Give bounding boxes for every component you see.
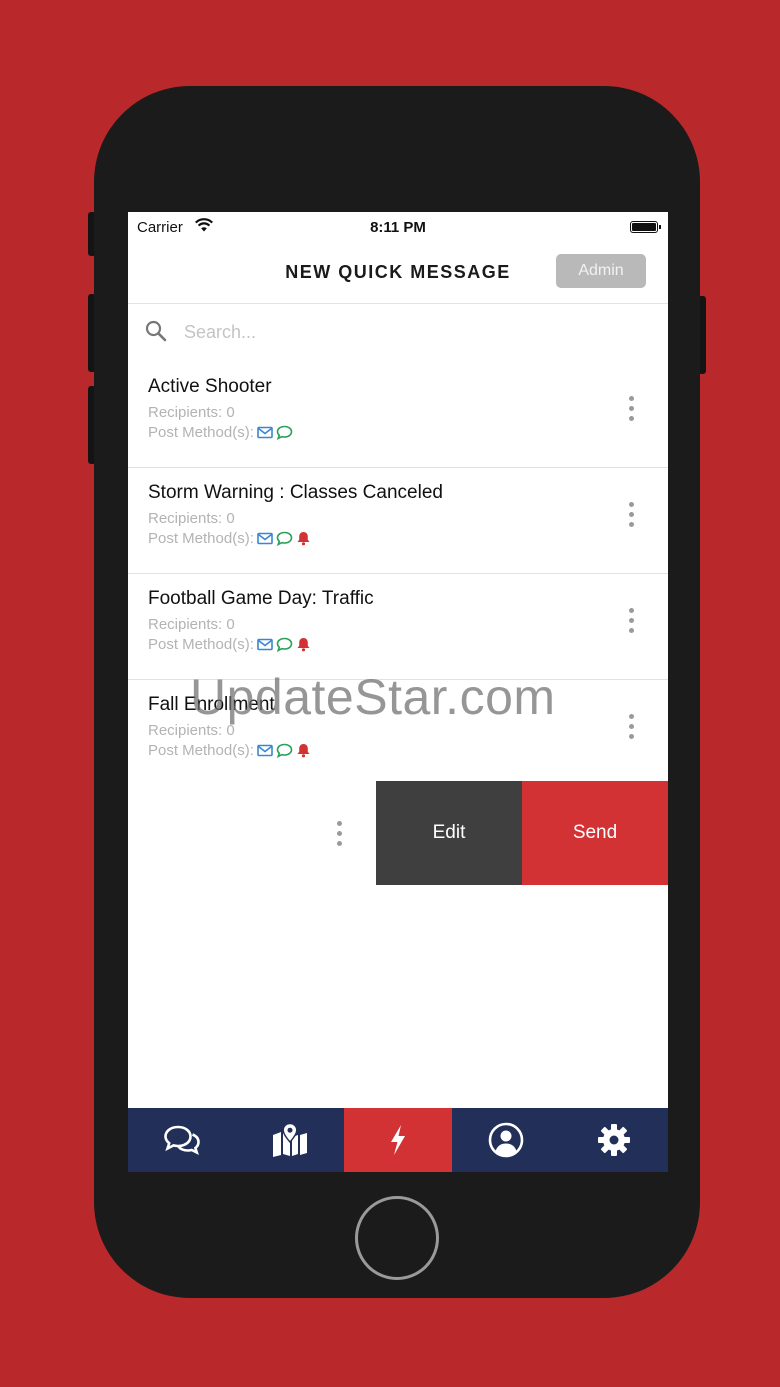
post-methods: Post Method(s): [148, 636, 311, 653]
list-item[interactable]: Storm Warning : Classes Canceled Recipie… [128, 468, 668, 574]
header: NEW QUICK MESSAGE Admin [128, 242, 668, 304]
tab-map[interactable] [236, 1108, 344, 1172]
status-bar: Carrier 8:11 PM [128, 212, 668, 242]
edit-button[interactable]: Edit [376, 781, 522, 885]
map-icon [273, 1123, 307, 1157]
tab-quick-message[interactable] [344, 1108, 452, 1172]
more-options-icon[interactable] [332, 821, 346, 851]
tab-messages[interactable] [128, 1108, 236, 1172]
message-title: Football Game Day: Traffic [148, 588, 374, 609]
search-icon [145, 320, 167, 342]
more-options-icon[interactable] [624, 714, 638, 744]
post-methods-label: Post Method(s): [148, 424, 254, 441]
watermark: UpdateStar.com [190, 669, 556, 725]
post-methods-label: Post Method(s): [148, 530, 254, 547]
tab-bar [128, 1108, 668, 1172]
post-methods-label: Post Method(s): [148, 636, 254, 653]
post-methods-label: Post Method(s): [148, 742, 254, 759]
list-item[interactable]: Active Shooter Recipients: 0 Post Method… [128, 362, 668, 468]
gear-icon [598, 1124, 630, 1156]
swiped-list-item[interactable]: Edit Send [128, 781, 668, 885]
post-methods: Post Method(s): [148, 742, 311, 759]
bell-icon [297, 638, 310, 652]
email-icon [257, 744, 273, 757]
tab-profile[interactable] [452, 1108, 560, 1172]
chat-bubbles-icon [164, 1125, 200, 1156]
chat-icon [276, 425, 293, 440]
chat-icon [276, 637, 293, 652]
chat-icon [276, 531, 293, 546]
email-icon [257, 638, 273, 651]
email-icon [257, 532, 273, 545]
list-item[interactable]: Football Game Day: Traffic Recipients: 0… [128, 574, 668, 680]
clock: 8:11 PM [370, 219, 426, 236]
more-options-icon[interactable] [624, 502, 638, 532]
lightning-icon [391, 1125, 405, 1155]
message-title: Storm Warning : Classes Canceled [148, 482, 443, 503]
bell-icon [297, 532, 310, 546]
post-methods: Post Method(s): [148, 424, 293, 441]
message-title: Active Shooter [148, 376, 272, 397]
tab-settings[interactable] [560, 1108, 668, 1172]
send-button[interactable]: Send [522, 781, 668, 885]
recipients-count: Recipients: 0 [148, 510, 235, 527]
home-button[interactable] [355, 1196, 439, 1280]
admin-button[interactable]: Admin [556, 254, 646, 288]
chat-icon [276, 743, 293, 758]
search-bar [128, 304, 668, 362]
more-options-icon[interactable] [624, 396, 638, 426]
post-methods: Post Method(s): [148, 530, 311, 547]
bell-icon [297, 744, 310, 758]
recipients-count: Recipients: 0 [148, 616, 235, 633]
profile-icon [488, 1122, 524, 1158]
search-input[interactable] [182, 317, 602, 347]
email-icon [257, 426, 273, 439]
battery-icon [630, 221, 661, 233]
recipients-count: Recipients: 0 [148, 404, 235, 421]
more-options-icon[interactable] [624, 608, 638, 638]
